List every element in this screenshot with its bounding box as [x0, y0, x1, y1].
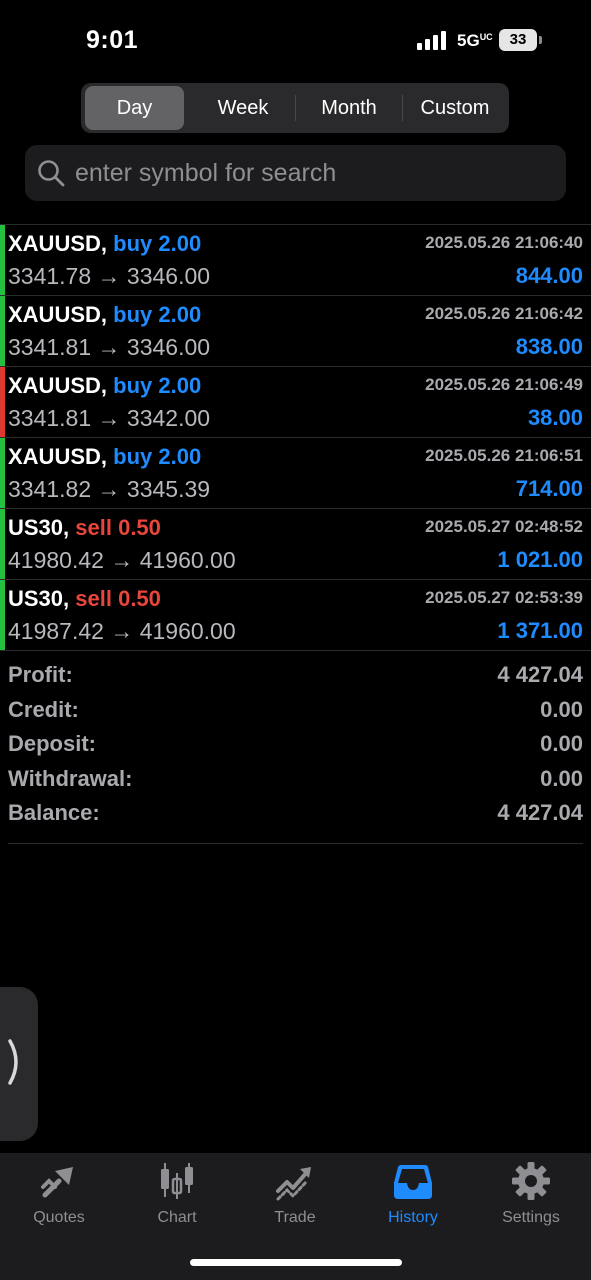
deal-status-bar — [0, 438, 5, 508]
deal-date: 2025.05.26 21:06:49 — [425, 375, 583, 394]
deal-profit: 838.00 — [515, 334, 583, 359]
signal-icon — [417, 30, 449, 50]
nav-history[interactable]: History — [354, 1161, 472, 1231]
deal-prices: 3341.81 → 3342.00 — [8, 405, 211, 431]
deal-row[interactable]: US30, sell 0.50 2025.05.27 02:53:39 4198… — [0, 579, 591, 651]
deal-row[interactable]: US30, sell 0.50 2025.05.27 02:48:52 4198… — [0, 508, 591, 579]
deal-side: buy 2.00 — [113, 231, 202, 256]
side-panel-toggle[interactable] — [0, 987, 38, 1141]
deal-date: 2025.05.27 02:48:52 — [425, 517, 583, 536]
chart-icon — [161, 1163, 193, 1199]
nav-settings[interactable]: Settings — [472, 1161, 590, 1231]
deal-status-bar — [0, 225, 5, 295]
deal-symbol: US30, — [8, 586, 70, 611]
summary-row-deposit: Deposit: 0.00 — [8, 729, 583, 764]
network-type: 5GUC — [457, 31, 493, 50]
tab-custom[interactable]: Custom — [403, 86, 507, 130]
deal-symbol: XAUUSD, — [8, 373, 108, 398]
history-icon — [394, 1165, 432, 1199]
deal-status-bar — [0, 509, 5, 579]
deal-date: 2025.05.27 02:53:39 — [425, 588, 583, 607]
home-indicator — [190, 1259, 402, 1266]
chevron-right-icon — [8, 1039, 18, 1085]
deal-prices: 3341.78 → 3346.00 — [8, 263, 211, 289]
deal-side: sell 0.50 — [75, 515, 161, 540]
summary-row-profit: Profit: 4 427.04 — [8, 660, 583, 695]
quotes-icon — [41, 1167, 73, 1198]
summary-value: 4 427.04 — [497, 662, 583, 687]
summary-row-withdrawal: Withdrawal: 0.00 — [8, 764, 583, 799]
deal-date: 2025.05.26 21:06:42 — [425, 304, 583, 323]
deal-profit: 844.00 — [515, 263, 583, 288]
nav-label: History — [388, 1209, 438, 1226]
summary-label: Withdrawal: — [8, 765, 133, 791]
nav-trade[interactable]: Trade — [236, 1161, 354, 1231]
deal-profit: 38.00 — [527, 405, 583, 430]
summary-value: 4 427.04 — [497, 800, 583, 826]
battery-tip — [539, 36, 542, 44]
summary-label: Balance: — [8, 800, 100, 826]
nav-chart[interactable]: Chart — [118, 1161, 236, 1231]
deal-side: buy 2.00 — [113, 444, 202, 469]
deal-prices: 3341.82 → 3345.39 — [8, 476, 211, 502]
tab-day[interactable]: Day — [85, 86, 184, 130]
deal-profit: 714.00 — [515, 476, 583, 501]
summary-row-credit: Credit: 0.00 — [8, 695, 583, 730]
summary-label: Credit: — [8, 696, 79, 722]
deal-status-bar — [0, 296, 5, 366]
deal-side: buy 2.00 — [113, 373, 202, 398]
deal-row[interactable]: XAUUSD, buy 2.00 2025.05.26 21:06:42 334… — [0, 295, 591, 366]
deal-profit: 1 021.00 — [497, 547, 583, 572]
nav-label: Trade — [274, 1209, 316, 1226]
search-input[interactable]: enter symbol for search — [25, 145, 566, 201]
deal-row[interactable]: XAUUSD, buy 2.00 2025.05.26 21:06:40 334… — [0, 224, 591, 295]
deal-side: buy 2.00 — [113, 302, 202, 327]
summary-label: Deposit: — [8, 731, 96, 757]
deals-list: XAUUSD, buy 2.00 2025.05.26 21:06:40 334… — [0, 224, 591, 651]
deal-date: 2025.05.26 21:06:51 — [425, 446, 583, 465]
deal-status-bar — [0, 367, 5, 437]
status-bar: 9:01 5GUC 33 — [0, 0, 591, 80]
battery-icon: 33 — [499, 29, 537, 51]
trade-icon — [276, 1167, 311, 1201]
status-time: 9:01 — [86, 26, 139, 54]
summary-value: 0.00 — [540, 696, 583, 722]
deal-profit: 1 371.00 — [497, 618, 583, 643]
deal-row[interactable]: XAUUSD, buy 2.00 2025.05.26 21:06:49 334… — [0, 366, 591, 437]
deal-row[interactable]: XAUUSD, buy 2.00 2025.05.26 21:06:51 334… — [0, 437, 591, 508]
gear-icon — [512, 1162, 550, 1200]
deal-symbol: XAUUSD, — [8, 231, 108, 256]
summary-value: 0.00 — [540, 765, 583, 791]
tab-month[interactable]: Month — [296, 86, 402, 130]
deal-date: 2025.05.26 21:06:40 — [425, 233, 583, 252]
period-segmented-control: Day Week Month Custom — [81, 83, 509, 133]
search-icon — [38, 160, 65, 187]
deal-prices: 41987.42 → 41960.00 — [8, 618, 236, 644]
deal-symbol: US30, — [8, 515, 70, 540]
deal-status-bar — [0, 580, 5, 650]
nav-label: Chart — [157, 1209, 197, 1226]
summary-row-balance: Balance: 4 427.04 — [8, 798, 583, 833]
deal-side: sell 0.50 — [75, 586, 161, 611]
nav-quotes[interactable]: Quotes — [0, 1161, 118, 1231]
account-summary: Profit: 4 427.04 Credit: 0.00 Deposit: 0… — [8, 660, 583, 844]
deal-prices: 41980.42 → 41960.00 — [8, 547, 236, 573]
deal-prices: 3341.81 → 3346.00 — [8, 334, 211, 360]
search-placeholder: enter symbol for search — [75, 159, 337, 187]
deal-symbol: XAUUSD, — [8, 444, 108, 469]
summary-value: 0.00 — [540, 731, 583, 757]
nav-label: Settings — [502, 1209, 560, 1226]
deal-symbol: XAUUSD, — [8, 302, 108, 327]
summary-label: Profit: — [8, 662, 73, 687]
tab-week[interactable]: Week — [191, 86, 295, 130]
nav-label: Quotes — [33, 1209, 85, 1226]
